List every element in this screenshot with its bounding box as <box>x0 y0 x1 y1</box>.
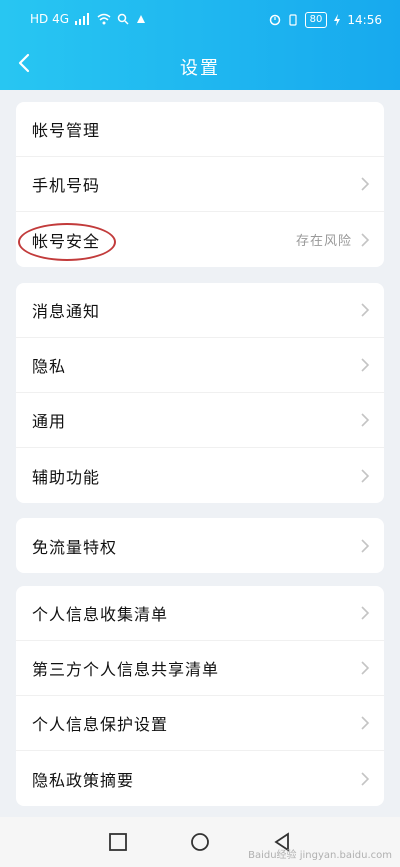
chevron-right-icon <box>361 716 370 730</box>
personal-info-collection-item[interactable]: 个人信息收集清单 <box>16 586 384 641</box>
app-header: HD 4G 80 14:56 设置 <box>0 0 400 90</box>
chevron-right-icon <box>361 661 370 675</box>
vibrate-icon <box>289 14 297 26</box>
highlight-circle <box>18 223 116 261</box>
phone-number-item[interactable]: 手机号码 <box>16 157 384 212</box>
privacy-label: 隐私 <box>32 357 67 376</box>
phone-number-label: 手机号码 <box>32 176 101 195</box>
personal-info-protection-item[interactable]: 个人信息保护设置 <box>16 696 384 751</box>
account-security-item[interactable]: 帐号安全 存在风险 <box>16 212 384 267</box>
alarm-icon <box>269 14 280 26</box>
status-right: 80 14:56 <box>269 12 382 28</box>
account-settings-group: 帐号管理 手机号码 帐号安全 存在风险 <box>16 102 384 267</box>
chevron-right-icon <box>361 468 370 483</box>
personal-info-group: 个人信息收集清单 第三方个人信息共享清单 个人信息保护设置 隐私政策摘要 <box>16 586 384 806</box>
charging-icon <box>334 14 341 26</box>
battery-icon: 80 <box>304 12 328 28</box>
general-label: 通用 <box>32 412 67 431</box>
chevron-right-icon <box>361 538 370 553</box>
chevron-right-icon <box>361 177 370 191</box>
chevron-right-icon <box>361 303 370 317</box>
data-free-privilege-item[interactable]: 免流量特权 <box>16 518 384 573</box>
general-item[interactable]: 通用 <box>16 393 384 448</box>
app-status-icon <box>137 15 146 23</box>
chevron-right-icon <box>361 606 370 620</box>
data-free-group: 免流量特权 <box>16 518 384 573</box>
wifi-icon <box>97 13 111 25</box>
accessibility-label: 辅助功能 <box>32 467 101 487</box>
personal-info-collection-label: 个人信息收集清单 <box>32 605 169 624</box>
risk-status-text: 存在风险 <box>295 234 352 249</box>
search-status-icon <box>117 13 129 25</box>
privacy-item[interactable]: 隐私 <box>16 338 384 393</box>
chevron-right-icon <box>361 358 370 372</box>
privacy-policy-summary-item[interactable]: 隐私政策摘要 <box>16 751 384 806</box>
network-label: HD 4G <box>30 12 70 26</box>
signal-icon <box>75 13 90 25</box>
recents-square-icon[interactable] <box>107 831 129 853</box>
accessibility-item[interactable]: 辅助功能 <box>16 448 384 503</box>
third-party-sharing-label: 第三方个人信息共享清单 <box>32 660 220 679</box>
system-navigation-bar: Baidu经验 jingyan.baidu.com <box>0 817 400 867</box>
data-free-privilege-label: 免流量特权 <box>32 537 118 557</box>
chevron-right-icon <box>361 232 370 247</box>
notification-label: 消息通知 <box>32 302 101 321</box>
account-management-item[interactable]: 帐号管理 <box>16 102 384 157</box>
notification-item[interactable]: 消息通知 <box>16 283 384 338</box>
personal-info-protection-label: 个人信息保护设置 <box>32 715 169 734</box>
third-party-sharing-item[interactable]: 第三方个人信息共享清单 <box>16 641 384 696</box>
chevron-right-icon <box>361 771 370 786</box>
privacy-policy-summary-label: 隐私政策摘要 <box>32 770 135 790</box>
home-circle-icon[interactable] <box>189 831 211 853</box>
chevron-right-icon <box>361 413 370 427</box>
account-management-label: 帐号管理 <box>32 121 101 140</box>
watermark: Baidu经验 jingyan.baidu.com <box>248 850 392 861</box>
status-left: HD 4G <box>30 12 147 26</box>
status-bar: HD 4G 80 14:56 <box>0 0 400 40</box>
general-settings-group: 消息通知 隐私 通用 辅助功能 <box>16 283 384 503</box>
page-title: 设置 <box>180 58 220 79</box>
clock-time: 14:56 <box>347 13 382 27</box>
